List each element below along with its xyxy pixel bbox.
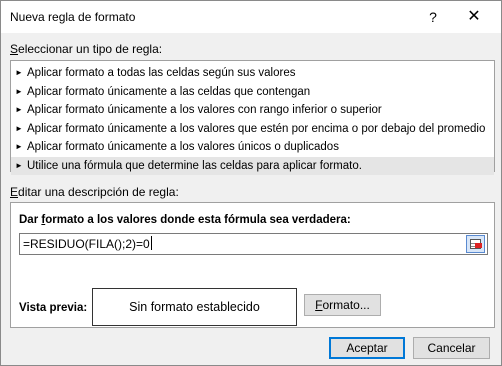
bullet-arrow-icon: ► xyxy=(15,123,23,133)
formula-input[interactable]: =RESIDUO(FILA();2)=0 xyxy=(19,233,488,255)
new-formatting-rule-dialog: Nueva regla de formato ? ✕ Seleccionar u… xyxy=(0,0,502,366)
format-preview: Sin formato establecido xyxy=(92,288,297,326)
help-icon[interactable]: ? xyxy=(421,5,445,29)
text-caret xyxy=(150,236,152,250)
preview-label: Vista previa: xyxy=(19,302,88,314)
rule-type-item-label: Utilice una fórmula que determine las ce… xyxy=(27,159,362,172)
rule-type-item-label: Aplicar formato a todas las celdas según… xyxy=(27,67,296,79)
formula-heading-post: ormato a los valores donde esta fórmula … xyxy=(45,214,351,226)
bullet-arrow-icon: ► xyxy=(15,142,23,151)
title-bar: Nueva regla de formato ? ✕ xyxy=(1,1,501,33)
rule-description-label-accesskey: E xyxy=(10,185,19,199)
rule-type-item[interactable]: ► Aplicar formato únicamente a los valore… xyxy=(11,138,494,157)
dialog-title: Nueva regla de formato xyxy=(10,10,136,24)
format-button[interactable]: Formato... xyxy=(304,294,381,316)
rule-description-label-text: ditar una descripción de regla: xyxy=(18,185,179,199)
rule-type-item[interactable]: ► Aplicar formato únicamente a los valore… xyxy=(11,120,494,139)
ok-button[interactable]: Aceptar xyxy=(329,337,405,359)
formula-heading-pre: Dar xyxy=(19,214,42,226)
cancel-button[interactable]: Cancelar xyxy=(413,337,490,359)
rule-type-list[interactable]: ► Aplicar formato a todas las celdas segú… xyxy=(10,60,495,175)
range-marker-icon xyxy=(475,243,482,248)
rule-type-item[interactable]: ► Utilice una fórmula que determine las c… xyxy=(11,156,494,175)
format-button-label: ormato... xyxy=(322,298,370,312)
rule-type-item-label: Aplicar formato únicamente a los valores… xyxy=(27,104,382,116)
rule-type-item-label: Aplicar formato únicamente a las celdas … xyxy=(27,85,311,98)
range-selector-icon[interactable] xyxy=(466,235,485,253)
rule-type-item-label: Aplicar formato únicamente a los valores… xyxy=(27,122,486,135)
formula-value: =RESIDUO(FILA();2)=0 xyxy=(23,237,150,251)
bullet-arrow-icon: ► xyxy=(15,105,23,114)
rule-type-label-text: eleccionar un tipo de regla: xyxy=(18,42,163,56)
rule-type-item[interactable]: ► Aplicar formato únicamente a las celdas… xyxy=(11,83,494,102)
close-icon[interactable]: ✕ xyxy=(459,5,489,29)
rule-type-item[interactable]: ► Aplicar formato únicamente a los valore… xyxy=(11,101,494,120)
rule-type-item-label: Aplicar formato únicamente a los valores… xyxy=(27,141,339,153)
rule-type-label: Seleccionar un tipo de regla: xyxy=(10,42,162,56)
rule-type-item[interactable]: ► Aplicar formato a todas las celdas segú… xyxy=(11,64,494,83)
rule-description-label: Editar una descripción de regla: xyxy=(10,185,179,199)
rule-type-label-accesskey: S xyxy=(10,42,19,56)
bullet-arrow-icon: ► xyxy=(15,160,23,170)
rule-description-panel: Dar formato a los valores donde esta fór… xyxy=(10,202,495,328)
bullet-arrow-icon: ► xyxy=(15,86,23,96)
bullet-arrow-icon: ► xyxy=(15,68,23,77)
formula-heading: Dar formato a los valores donde esta fór… xyxy=(19,214,351,226)
